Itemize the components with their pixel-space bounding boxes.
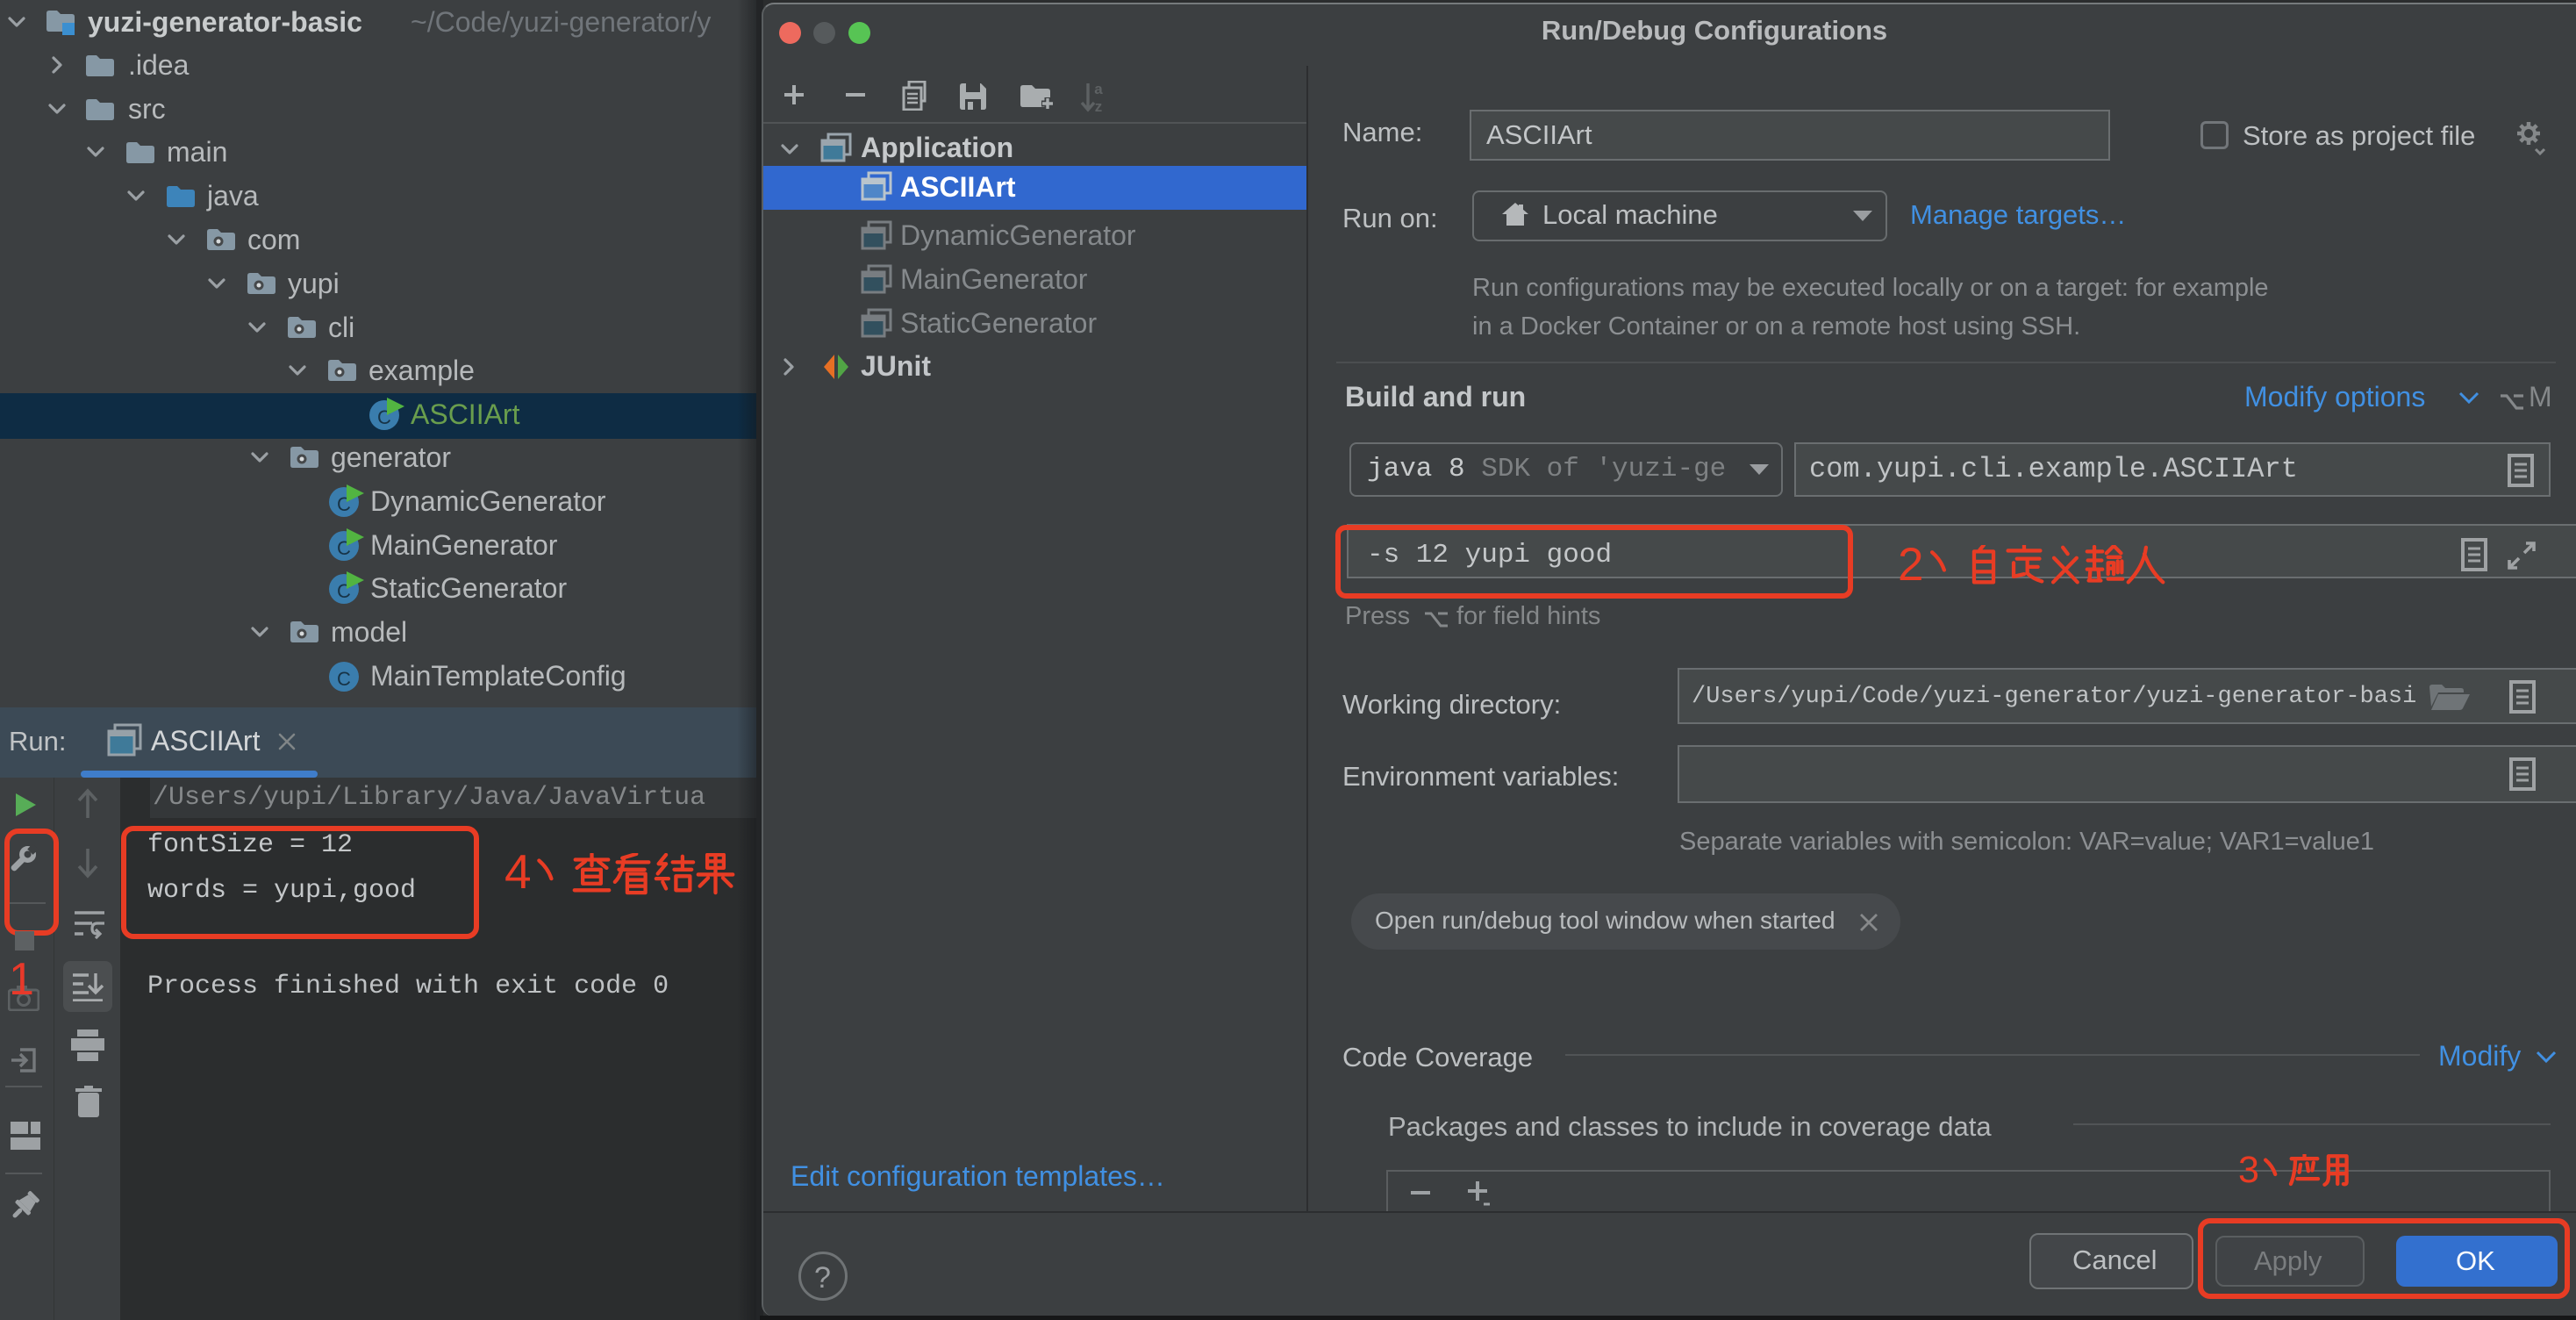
svg-text:4: 4 [504, 853, 532, 898]
svg-text:2: 2 [1898, 545, 1923, 589]
svg-text:z: z [1095, 98, 1103, 113]
svg-text:3: 3 [2238, 1154, 2259, 1189]
svg-text:a: a [1094, 82, 1103, 97]
svg-text:C: C [337, 668, 351, 690]
